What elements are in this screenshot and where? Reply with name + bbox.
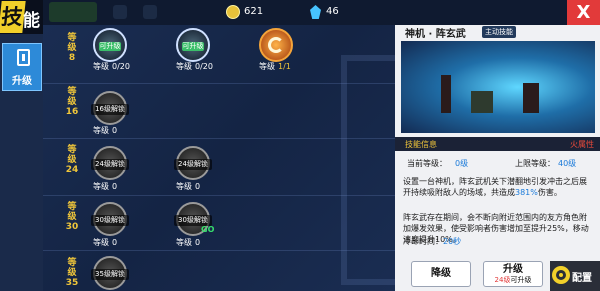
config-button[interactable]: 配置 bbox=[550, 261, 600, 291]
node-level: 等级0 bbox=[176, 182, 201, 191]
node-level: 等级0 bbox=[93, 182, 118, 191]
top-bar-icon[interactable] bbox=[113, 5, 127, 19]
skill-preview-image bbox=[401, 41, 595, 133]
config-label: 配置 bbox=[572, 273, 592, 284]
skill-node[interactable]: 30级解锁 bbox=[91, 202, 129, 236]
skill-node[interactable]: 24级解锁 bbox=[174, 146, 212, 180]
node-level: 等级 1/1 bbox=[259, 62, 291, 71]
current-level-label: 当前等级： bbox=[407, 159, 447, 168]
upgradable-badge: 可升级 bbox=[182, 42, 204, 51]
upgrade-tab-icon bbox=[17, 49, 30, 66]
unlock-requirement: 16级解锁 bbox=[91, 104, 129, 115]
skill-node[interactable]: 35级解锁 bbox=[91, 256, 129, 290]
max-level-label: 上限等级： bbox=[515, 159, 555, 168]
spiral-skill-icon bbox=[268, 37, 284, 53]
gem-icon bbox=[310, 5, 321, 19]
row-level-label: 等级16 bbox=[65, 87, 79, 117]
upgradable-badge: 可升级 bbox=[99, 42, 121, 51]
currency-banner-icon bbox=[49, 2, 97, 22]
cooldown-text: 冷却时间：20秒 bbox=[403, 237, 462, 246]
unlock-requirement: 24级解锁 bbox=[174, 159, 212, 170]
row-level-label: 等级35 bbox=[65, 258, 79, 288]
page-title: 技 能 bbox=[0, 0, 43, 34]
current-level-value: 0级 bbox=[455, 159, 469, 168]
top-bar-icon[interactable] bbox=[143, 5, 157, 19]
title-char-1: 技 bbox=[0, 1, 26, 33]
gear-icon bbox=[552, 266, 570, 284]
unlock-requirement: 30级解锁 bbox=[91, 215, 129, 226]
skill-info-bar: 技能信息 火属性 bbox=[395, 137, 600, 151]
row-divider bbox=[43, 138, 395, 139]
skill-node[interactable]: 16级解锁 bbox=[91, 91, 129, 125]
enemy-figure bbox=[523, 83, 539, 113]
skill-name: 神机 · 阵玄武 bbox=[405, 29, 466, 40]
max-level-value: 40级 bbox=[558, 159, 577, 168]
skill-node[interactable]: 可升级 bbox=[93, 28, 127, 62]
top-status-bar: 621 46 bbox=[43, 0, 600, 25]
unlock-requirement: 35级解锁 bbox=[91, 269, 129, 280]
gem-amount: 46 bbox=[326, 6, 339, 17]
go-tag: GO bbox=[201, 225, 215, 234]
row-level-label: 等级24 bbox=[65, 145, 79, 175]
gold-amount: 621 bbox=[244, 6, 264, 17]
close-button[interactable]: X bbox=[567, 0, 600, 25]
row-level-label: 等级8 bbox=[67, 33, 77, 63]
skill-detail-panel: 神机 · 阵玄武 主动技能 技能信息 火属性 当前等级： 0级 上限等级： 40… bbox=[395, 25, 600, 291]
title-char-2: 能 bbox=[23, 11, 40, 31]
row-divider bbox=[43, 195, 395, 196]
upgrade-button[interactable]: 升级 24级可升级 bbox=[483, 261, 543, 287]
skill-description: 设置一台神机，阵玄武机关下潜翻地引发冲击之后展开持续吸附敌人的场域，共造成381… bbox=[403, 177, 587, 197]
downgrade-button[interactable]: 降级 bbox=[411, 261, 471, 287]
skill-node[interactable]: 可升级 bbox=[176, 28, 210, 62]
element-tag: 火属性 bbox=[570, 140, 594, 149]
node-level: 等级0 bbox=[93, 238, 118, 247]
turret-figure bbox=[471, 91, 493, 113]
node-level: 等级 0/20 bbox=[93, 62, 130, 71]
skill-node[interactable] bbox=[259, 28, 293, 62]
row-level-label: 等级30 bbox=[65, 202, 79, 232]
upgrade-button-label: 升级 bbox=[503, 264, 523, 275]
upgrade-requirement: 24级可升级 bbox=[494, 276, 532, 284]
node-level: 等级0 bbox=[93, 126, 118, 135]
skill-type-badge: 主动技能 bbox=[482, 26, 516, 38]
row-divider bbox=[43, 83, 395, 84]
gold-coin-icon bbox=[226, 5, 240, 19]
row-divider bbox=[43, 250, 395, 251]
unlock-requirement: 24级解锁 bbox=[91, 159, 129, 170]
tab-upgrade[interactable]: 升级 bbox=[2, 43, 42, 91]
character-figure bbox=[441, 75, 451, 113]
skill-info-tag: 技能信息 bbox=[405, 140, 437, 149]
skill-node[interactable]: 24级解锁 bbox=[91, 146, 129, 180]
node-level: 等级 0/20 bbox=[176, 62, 213, 71]
tab-upgrade-label: 升级 bbox=[12, 76, 32, 87]
node-level: 等级0 bbox=[176, 238, 201, 247]
skill-tree-panel: 等级8 等级16 等级24 等级30 等级35 ︽ 可升级 等级0/20 ︽ 可… bbox=[43, 25, 395, 291]
